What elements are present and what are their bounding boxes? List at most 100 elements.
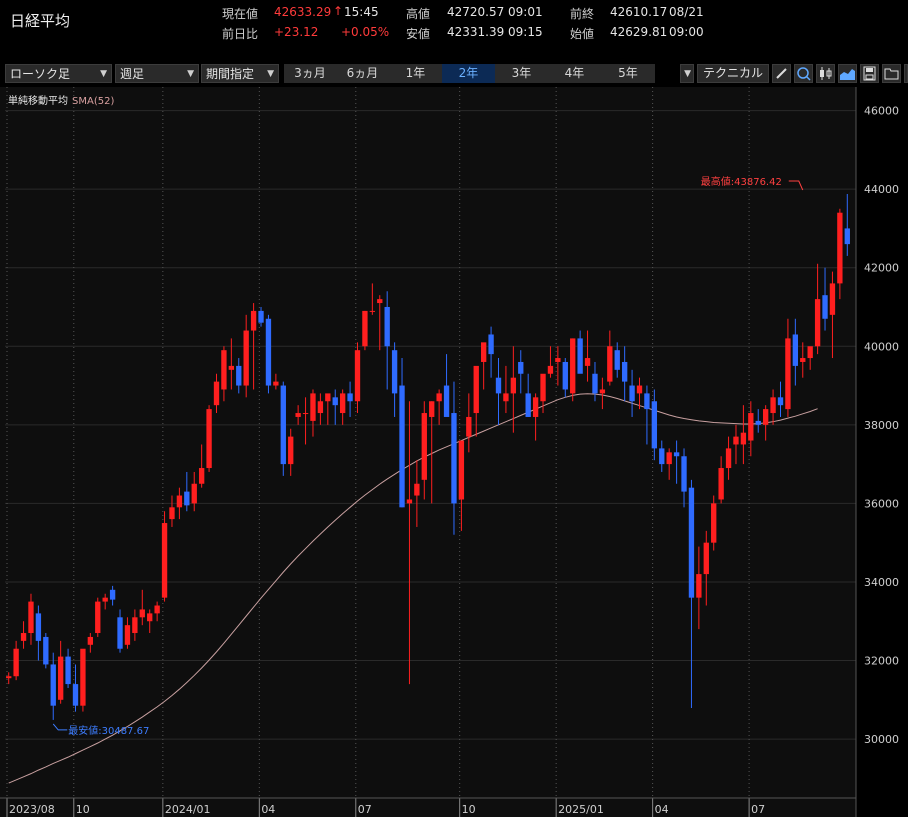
- window-icon[interactable]: [904, 64, 908, 83]
- candle-down: [72, 684, 79, 706]
- candle-down: [117, 617, 123, 649]
- candle-up: [87, 636, 94, 645]
- x-tick-label: 2024/01: [165, 803, 211, 816]
- y-tick-label: 46000: [864, 105, 899, 118]
- candle-down: [236, 365, 242, 386]
- candle-down: [673, 452, 680, 457]
- candle-down: [347, 393, 353, 402]
- up-arrow-icon: ↑: [333, 4, 344, 18]
- technical-button[interactable]: テクニカル: [697, 64, 769, 83]
- candle-down: [65, 656, 71, 685]
- candle-up: [325, 393, 331, 402]
- candle-down: [777, 397, 784, 406]
- x-tick-label: 10: [76, 803, 90, 816]
- tab-6m[interactable]: 6ヵ月: [336, 64, 389, 83]
- candle-up: [250, 310, 257, 331]
- y-tick-label: 30000: [864, 733, 899, 746]
- candle-up: [28, 601, 34, 634]
- candlestick-icon[interactable]: [816, 64, 835, 83]
- candle-up: [458, 440, 465, 500]
- candle-up: [302, 413, 309, 415]
- period-tabs: 3ヵ月 6ヵ月 1年 2年 3年 4年 5年: [284, 64, 655, 83]
- candle-down: [688, 487, 695, 598]
- tab-3y[interactable]: 3年: [495, 64, 548, 83]
- y-tick-label: 38000: [864, 419, 899, 432]
- price-axis-background: [856, 87, 908, 817]
- more-dropdown[interactable]: ▼: [680, 64, 694, 83]
- candle-up: [176, 495, 183, 508]
- candle-up: [132, 617, 138, 634]
- candle-up: [273, 381, 279, 386]
- candle-up: [20, 633, 27, 641]
- candle-up: [161, 523, 168, 598]
- y-tick-label: 44000: [864, 183, 899, 196]
- tab-2y[interactable]: 2年: [442, 64, 495, 83]
- candle-up: [288, 436, 294, 465]
- tab-3m[interactable]: 3ヵ月: [284, 64, 336, 83]
- candlestick-chart[interactable]: 30000 32000 34000 36000 38000 40000 42000 44000…: [0, 87, 908, 817]
- open-value: 42629.81: [610, 25, 668, 39]
- candle-up: [718, 468, 724, 500]
- candle-up: [770, 397, 776, 414]
- index-title: 日経平均: [10, 12, 71, 30]
- candle-up: [540, 373, 546, 402]
- candle-up: [406, 499, 413, 504]
- candle-up: [584, 358, 591, 366]
- folder-icon[interactable]: [882, 64, 901, 83]
- candle-down: [399, 385, 405, 508]
- candle-up: [295, 413, 301, 417]
- candle-up: [748, 413, 754, 441]
- prev-close-value: 42610.17: [610, 5, 668, 19]
- area-chart-icon[interactable]: [838, 64, 857, 83]
- candle-up: [13, 648, 19, 677]
- candle-up: [837, 212, 843, 284]
- candle-up: [369, 310, 376, 312]
- current-value: 42633.29: [274, 5, 332, 19]
- tab-4y[interactable]: 4年: [548, 64, 601, 83]
- candle-down: [562, 361, 568, 390]
- zoom-icon[interactable]: [794, 64, 813, 83]
- candle-down: [659, 448, 665, 465]
- candle-up: [599, 389, 606, 394]
- candle-up: [570, 338, 576, 394]
- candle-down: [35, 613, 42, 641]
- tab-5y[interactable]: 5年: [601, 64, 655, 83]
- change-percent: +0.05%: [341, 25, 390, 39]
- x-tick-label: 2023/08: [9, 803, 55, 816]
- candle-up: [80, 648, 86, 706]
- candle-down: [451, 413, 457, 504]
- candle-up: [696, 574, 702, 598]
- pencil-icon[interactable]: [772, 64, 791, 83]
- candle-up: [339, 393, 346, 414]
- chart-type-select[interactable]: ローソク足 ▼: [5, 64, 112, 83]
- high-value: 42720.57: [447, 5, 505, 19]
- candle-down: [592, 373, 598, 394]
- candle-down: [488, 334, 494, 355]
- candle-down: [621, 361, 628, 382]
- chart-area[interactable]: 30000 32000 34000 36000 38000 40000 42000 44000…: [0, 87, 908, 817]
- candle-down: [50, 664, 56, 706]
- y-tick-label: 34000: [864, 576, 899, 589]
- candle-up: [213, 381, 220, 406]
- interval-select[interactable]: 週足 ▼: [115, 64, 199, 83]
- candle-up: [169, 507, 175, 520]
- candle-up: [733, 436, 739, 445]
- y-tick-label: 42000: [864, 262, 899, 275]
- candle-down: [792, 334, 799, 366]
- change-label: 前日比: [222, 27, 259, 41]
- candle-up: [414, 483, 420, 496]
- tab-1y[interactable]: 1年: [389, 64, 442, 83]
- candle-down: [681, 456, 687, 492]
- x-tick-label: 2025/01: [558, 803, 604, 816]
- range-mode-select[interactable]: 期間指定 ▼: [201, 64, 279, 83]
- candle-up: [147, 613, 153, 622]
- save-icon[interactable]: [860, 64, 879, 83]
- candle-up: [6, 676, 12, 679]
- candle-up: [814, 299, 821, 347]
- candle-up: [725, 448, 732, 469]
- interval-value: 週足: [120, 67, 145, 81]
- indicator-name: 単純移動平均: [8, 96, 68, 107]
- high-time: 09:01: [508, 5, 543, 19]
- candle-down: [391, 350, 398, 394]
- y-tick-label: 36000: [864, 497, 899, 510]
